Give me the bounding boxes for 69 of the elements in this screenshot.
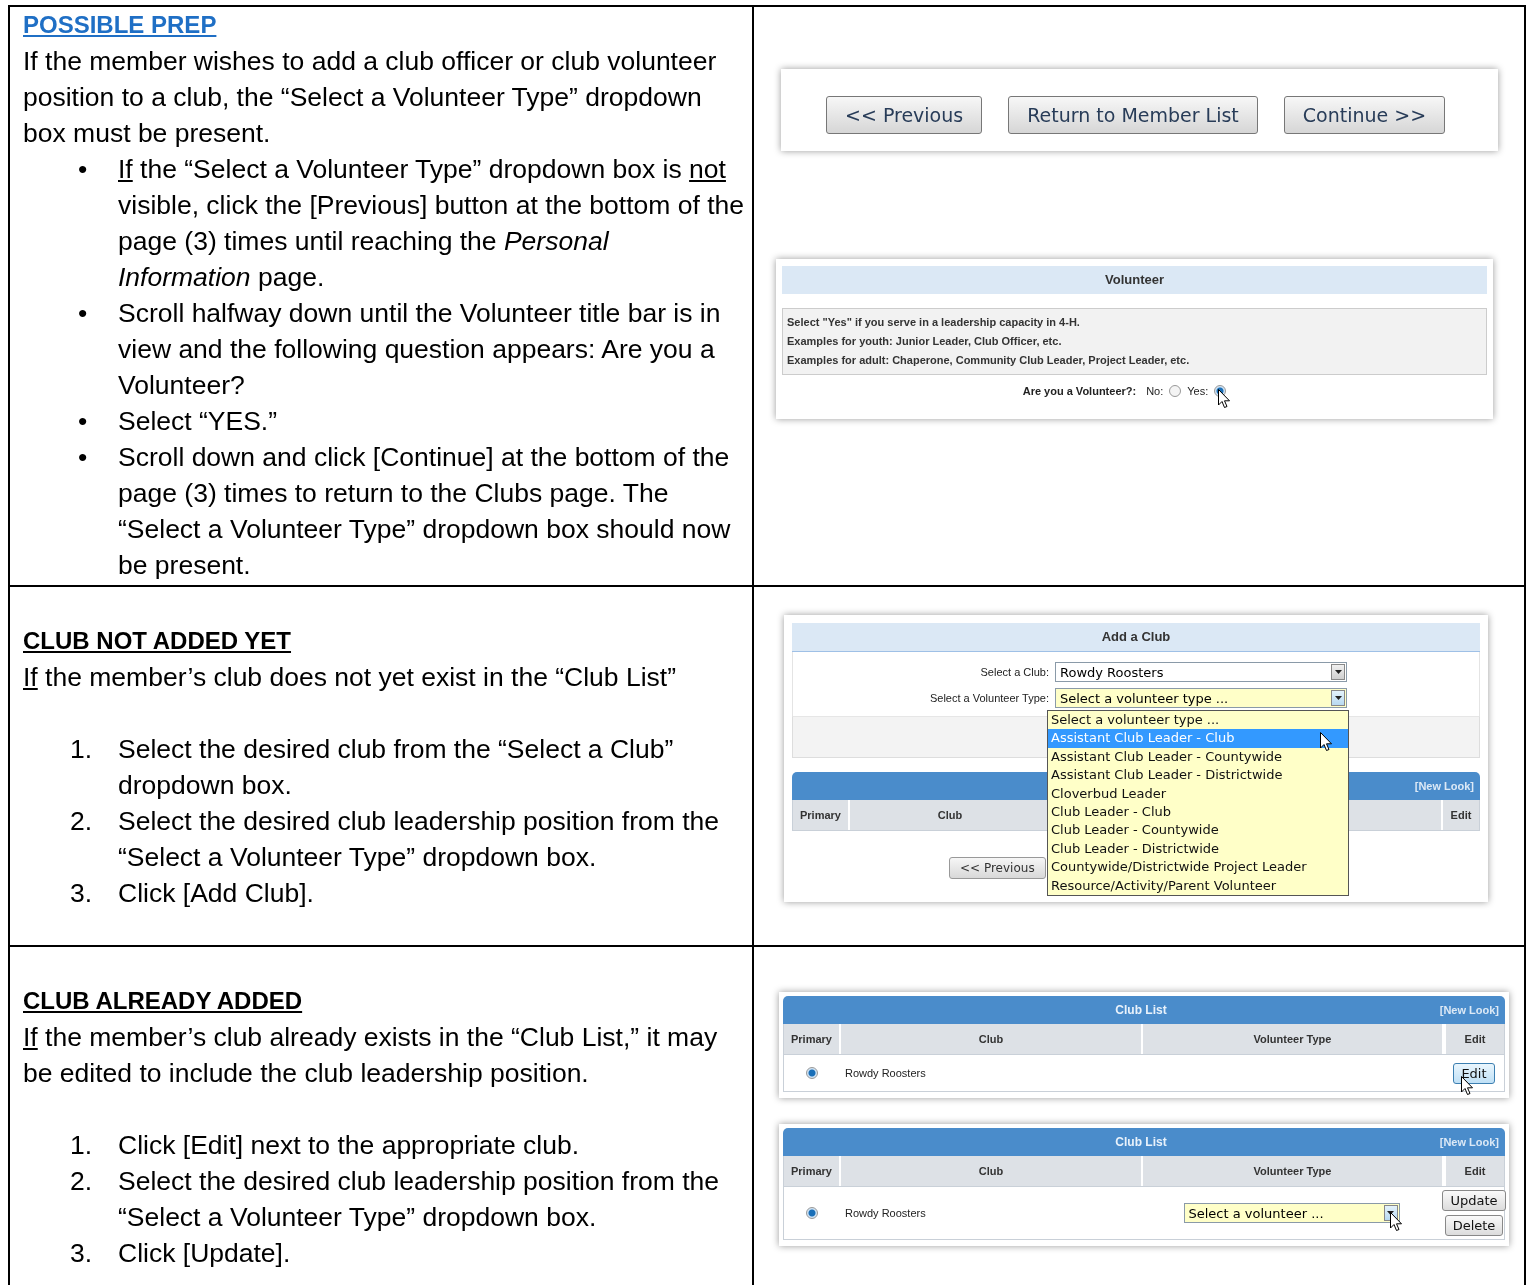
nav-button[interactable]: Return to Member List	[1008, 96, 1258, 134]
list-marker: •	[78, 297, 89, 330]
paragraph: If the member’s club does not yet exist in the “Club List”	[23, 661, 677, 694]
note-text: Select "Yes" if you serve in a leadership capacity in 4-H.	[787, 315, 1081, 330]
step-text: Scroll down and click [Continue] at the bottom of the page (3) times to return to the Clubs page. The “Select a Volunteer Type” dropdown box should now be present.	[118, 441, 732, 582]
question-label: Are you a Volunteer?:	[1022, 385, 1137, 397]
column-header: Edit	[1444, 1156, 1504, 1186]
previous-button[interactable]: << Previous	[949, 857, 1046, 879]
radio-button[interactable]	[1169, 385, 1182, 397]
list-marker: 3.	[70, 877, 94, 910]
option-label: No:	[1146, 385, 1164, 397]
step-text: Select “YES.”	[118, 405, 278, 438]
list-marker: 2.	[70, 1165, 94, 1198]
column-header: Primary	[793, 800, 850, 830]
list-marker: 1.	[70, 733, 94, 766]
column-header: Club	[841, 1156, 1143, 1186]
dropdown-option[interactable]: Countywide/Districtwide Project Leader	[1048, 858, 1348, 877]
section-heading: CLUB NOT ADDED YET	[23, 626, 292, 656]
step-text: Click [Add Club].	[118, 877, 314, 910]
step-text: Select the desired club leadership position from the “Select a Volunteer Type” dropdown box.	[118, 805, 720, 874]
caret-icon	[1334, 670, 1342, 674]
column-header: Volunteer Type	[1143, 1156, 1444, 1186]
dropdown-field[interactable]: Rowdy Roosters	[1055, 662, 1347, 682]
dropdown-option[interactable]: Select a volunteer type ...	[1048, 711, 1348, 730]
step-text: Select the desired club leadership position from the “Select a Volunteer Type” dropdown box.	[118, 1165, 720, 1234]
step-text: Select the desired club from the “Select a Club” dropdown box.	[118, 733, 675, 802]
paragraph: If the member wishes to add a club officer or club volunteer position to a club, the “Select a Volunteer Type” dropdown box must be present.	[23, 45, 718, 150]
paragraph: If the member’s club already exists in the “Club List,” it may be edited to include the club leadership position.	[23, 1021, 719, 1090]
dropdown-option[interactable]: Assistant Club Leader - Countywide	[1048, 747, 1348, 767]
section-heading: CLUB ALREADY ADDED	[23, 986, 304, 1016]
note-text: Examples for adult: Chaperone, Community Club Leader, Project Leader, etc.	[787, 353, 1191, 368]
row-button[interactable]: Update	[1442, 1190, 1506, 1211]
step-text: Scroll halfway down until the Volunteer title bar is in view and the following question appears: Are you a Volunteer?	[118, 297, 722, 402]
dropdown-option[interactable]: Resource/Activity/Parent Volunteer	[1048, 876, 1348, 896]
section-heading[interactable]: POSSIBLE PREP	[23, 7, 746, 43]
column-header: Edit	[1444, 1024, 1504, 1054]
dropdown-field[interactable]: Select a volunteer type ...	[1055, 688, 1347, 708]
list-marker: •	[78, 441, 89, 474]
nav-button[interactable]: Continue >>	[1283, 96, 1446, 134]
step-text: Click [Update].	[118, 1237, 291, 1270]
list-marker: •	[78, 153, 89, 186]
field-label: Select a Volunteer Type:	[928, 692, 1050, 704]
column-header: Edit	[1441, 800, 1479, 830]
dropdown-option[interactable]: Club Leader - Districtwide	[1048, 839, 1348, 859]
option-label: Yes:	[1187, 385, 1209, 397]
panel-title: Add a Club	[792, 623, 1480, 652]
column-header: Primary	[784, 1024, 841, 1054]
club-name: Rowdy Roosters	[844, 1067, 927, 1079]
radio-button[interactable]	[805, 1207, 818, 1219]
list-title: Club List	[1115, 1135, 1167, 1149]
field-label: Select a Club:	[979, 666, 1050, 678]
list-marker: 3.	[70, 1237, 94, 1270]
club-name: Rowdy Roosters	[844, 1207, 927, 1219]
row-button[interactable]: Delete	[1444, 1215, 1504, 1236]
radio-button[interactable]	[805, 1067, 818, 1079]
column-header: Primary	[784, 1156, 841, 1186]
dropdown-option[interactable]: Assistant Club Leader - Districtwide	[1048, 766, 1348, 785]
step-text: Click [Edit] next to the appropriate club.	[118, 1129, 580, 1162]
note-text: Examples for youth: Junior Leader, Club Officer, etc.	[787, 334, 1063, 349]
panel-title: Volunteer	[782, 266, 1487, 294]
nav-button[interactable]: << Previous	[826, 96, 983, 134]
column-header: Club	[841, 1024, 1143, 1054]
list-marker: 2.	[70, 805, 94, 838]
list-marker: 1.	[70, 1129, 94, 1162]
list-marker: •	[78, 405, 89, 438]
column-header: Volunteer Type	[1143, 1024, 1444, 1054]
step-text: If the “Select a Volunteer Type” dropdown box is not visible, click the [Previous] button at the bottom of the page (3) times until reaching the Personal Information page.	[118, 153, 746, 294]
list-title: Club List	[1115, 1003, 1167, 1017]
caret-icon	[1334, 696, 1342, 700]
